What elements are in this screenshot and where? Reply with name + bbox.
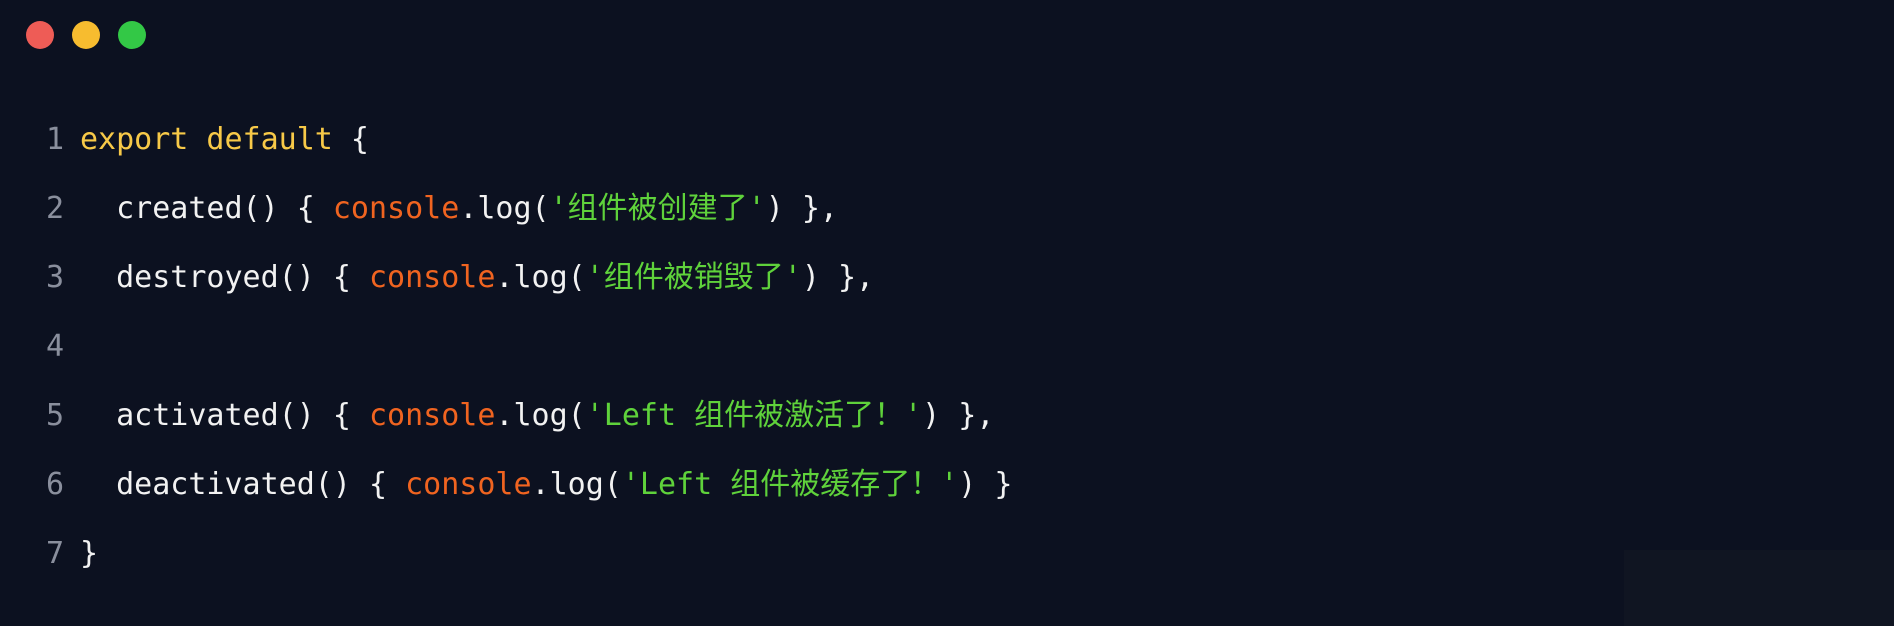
window-controls <box>26 21 146 49</box>
code-token: { <box>332 122 369 157</box>
line-number: 7 <box>45 536 64 571</box>
code-line: 5 activated() { console .log('Left 组件被激活了… <box>0 381 1012 450</box>
code-token: console <box>368 260 496 295</box>
code-token: .log( <box>495 398 586 433</box>
line-number: 3 <box>45 260 64 295</box>
line-number: 4 <box>45 329 64 364</box>
code-line: 4 <box>0 312 1012 381</box>
code-token: deactivated() { <box>80 467 406 502</box>
code-token: console <box>405 467 532 502</box>
code-token: 'Left 组件被缓存了！' <box>621 467 959 502</box>
code-line: 1 export default { <box>0 105 1012 174</box>
code-line: 7} <box>0 519 1012 588</box>
code-token: .log( <box>531 467 622 502</box>
code-token: export default <box>80 122 333 157</box>
code-line: 3 destroyed() { console .log('组件被销毁了') }, <box>0 243 1012 312</box>
corner-shade <box>1624 550 1894 626</box>
code-token: ) }, <box>801 260 875 295</box>
code-token: created() { <box>80 191 333 226</box>
code-token: ) } <box>958 467 1013 502</box>
code-token: '组件被创建了' <box>549 191 766 226</box>
code-line: 6 deactivated() { console .log('Left 组件被缓… <box>0 450 1013 519</box>
code-token: activated() { <box>80 398 369 433</box>
code-line: 2 created() { console .log('组件被创建了') }, <box>0 174 1012 243</box>
minimize-dot-icon[interactable] <box>72 21 100 49</box>
code-token: } <box>80 536 99 571</box>
code-token: console <box>368 398 496 433</box>
close-dot-icon[interactable] <box>26 21 54 49</box>
code-token: console <box>332 191 460 226</box>
code-token: '组件被销毁了' <box>585 260 802 295</box>
line-number: 2 <box>45 191 64 226</box>
code-token: destroyed() { <box>80 260 369 295</box>
code-token: ) }, <box>765 191 838 226</box>
code-token: ) }, <box>922 398 995 433</box>
code-window: 1 export default {2 created() { console .l… <box>0 0 1894 626</box>
line-number: 1 <box>45 122 64 157</box>
code-token: .log( <box>495 260 586 295</box>
code-token: 'Left 组件被激活了！' <box>585 398 923 433</box>
code-token: .log( <box>459 191 550 226</box>
line-number: 6 <box>45 467 64 502</box>
maximize-dot-icon[interactable] <box>118 21 146 49</box>
line-number: 5 <box>45 398 64 433</box>
code-block: 1 export default {2 created() { console .l… <box>0 105 1013 588</box>
